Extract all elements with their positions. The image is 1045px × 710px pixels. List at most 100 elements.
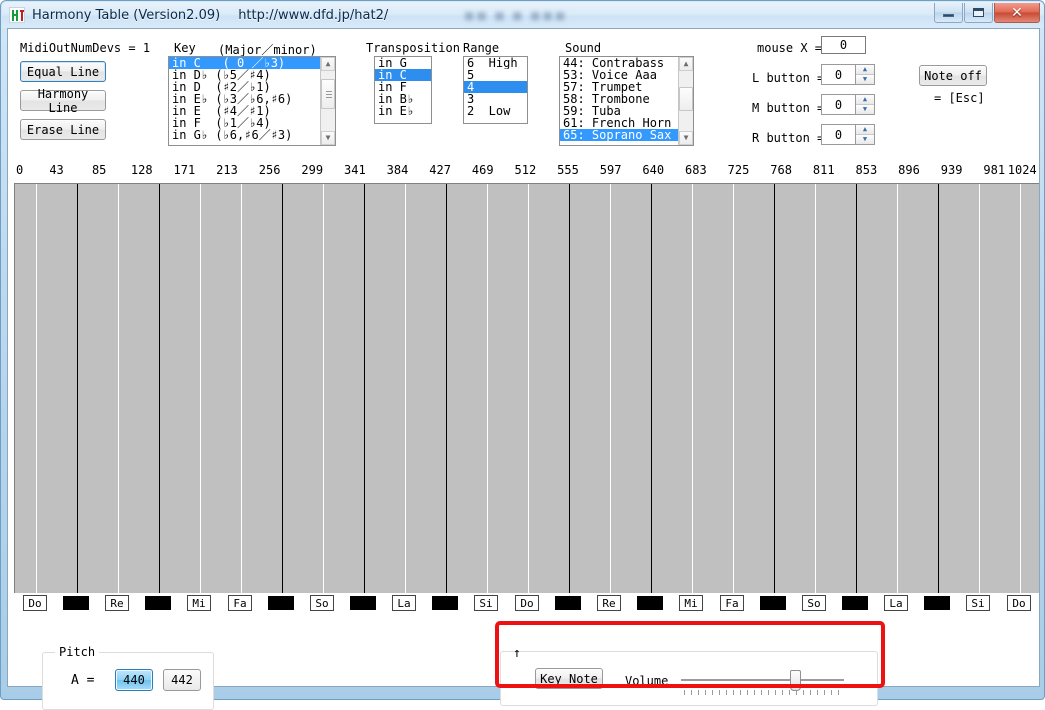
sound-list-item[interactable]: 53: Voice Aaa [560,69,693,81]
key-list-item[interactable]: in E♭ (♭3／♭6,♯6) [169,93,335,105]
spin-down-icon[interactable]: ▼ [856,105,874,114]
m-button-spinner[interactable]: 0 ▲ ▼ [821,94,875,115]
l-button-value[interactable]: 0 [821,64,855,85]
ruler: 0 43 85 128 171 213 256 299 341 384 427 469 512 555 59… [8,157,1039,183]
black-key[interactable] [268,596,294,610]
spin-down-icon[interactable]: ▼ [856,135,874,144]
volume-slider-thumb[interactable] [790,670,801,691]
black-key[interactable] [145,596,171,610]
transposition-list-item[interactable]: in F [375,81,431,93]
keyboard-row[interactable]: Do Re Mi Fa So La Si Do Re Mi Fa So La Si Do [14,593,1039,615]
harmony-line-button[interactable]: Harmony Line [20,87,106,115]
range-list-item[interactable]: 5 [464,69,527,81]
range-list-item[interactable]: 4 [464,81,527,93]
note-off-hint: = [Esc] [934,91,985,105]
pitch-442-button[interactable]: 442 [163,669,201,691]
spin-down-icon[interactable]: ▼ [856,75,874,84]
sound-list-item[interactable]: 58: Trombone [560,93,693,105]
scrollbar-thumb[interactable] [321,79,335,109]
black-key[interactable] [760,596,786,610]
white-key[interactable]: Si [474,595,498,611]
r-button-label: R button = [752,131,825,145]
note-off-button[interactable]: Note off [919,65,987,86]
grid-line-black [77,184,78,593]
ruler-tick: 469 [471,163,494,177]
r-button-spinner[interactable]: 0 ▲ ▼ [821,124,875,145]
sound-list-item[interactable]: 61: French Horn [560,117,693,129]
r-button-value[interactable]: 0 [821,124,855,145]
key-list-item[interactable]: in D (♯2／♭1) [169,81,335,93]
sound-listbox[interactable]: 44: Contrabass 53: Voice Aaa 57: Trumpet… [559,56,694,146]
key-list-item[interactable]: in G♭ (♭6,♯6／♯3) [169,129,335,141]
white-key[interactable]: Re [105,595,129,611]
black-key[interactable] [350,596,376,610]
scroll-down-icon[interactable]: ▼ [679,131,693,145]
sound-list-item[interactable]: 44: Contrabass [560,57,693,69]
spin-up-icon[interactable]: ▲ [856,125,874,135]
transposition-list-item[interactable]: in G [375,57,431,69]
black-key[interactable] [63,596,89,610]
white-key[interactable]: So [802,595,826,611]
equal-line-button[interactable]: Equal Line [20,61,106,82]
l-button-spinner[interactable]: 0 ▲ ▼ [821,64,875,85]
volume-slider-track[interactable] [681,679,844,681]
white-key[interactable]: Mi [679,595,703,611]
spin-up-icon[interactable]: ▲ [856,65,874,75]
scroll-up-icon[interactable]: ▲ [321,57,335,71]
m-button-value[interactable]: 0 [821,94,855,115]
title-bar[interactable]: Harmony Table (Version2.09) http://www.d… [2,2,1044,28]
transposition-list-item[interactable]: in B♭ [375,93,431,105]
spin-up-icon[interactable]: ▲ [856,95,874,105]
white-key[interactable]: Si [966,595,990,611]
white-key[interactable]: Mi [187,595,211,611]
close-button[interactable]: ✕ [994,3,1040,23]
black-key[interactable] [842,596,868,610]
sound-list-item[interactable]: 57: Trumpet [560,81,693,93]
white-key[interactable]: La [884,595,908,611]
keynote-volume-groupbox: ↑ Key Note Volume [500,646,878,706]
range-list-item[interactable]: 6 High [464,57,527,69]
m-button-spin-buttons[interactable]: ▲ ▼ [855,94,875,115]
key-list-scrollbar[interactable]: ▲ ▼ [320,57,335,145]
maximize-button[interactable] [964,3,993,23]
range-list-item[interactable]: 2 Low [464,105,527,117]
ruler-tick: 384 [386,163,409,177]
white-key[interactable]: Do [23,595,47,611]
black-key[interactable] [555,596,581,610]
erase-line-button[interactable]: Erase Line [20,119,106,140]
key-note-button[interactable]: Key Note [535,668,603,689]
white-key[interactable]: Do [515,595,539,611]
white-key[interactable]: Fa [720,595,744,611]
key-list-item[interactable]: in D♭ (♭5／♯4) [169,69,335,81]
harmony-canvas[interactable] [14,183,1039,593]
key-listbox[interactable]: in C ( 0 ／♭3) in D♭ (♭5／♯4) in D (♯2／♭1)… [168,56,336,146]
white-key[interactable]: So [310,595,334,611]
caption-buttons: ✕ [933,3,1040,25]
white-key[interactable]: Fa [228,595,252,611]
transposition-list-item[interactable]: in E♭ [375,105,431,117]
transposition-label: Transposition [366,41,460,55]
minimize-button[interactable] [934,3,963,23]
white-key[interactable]: Do [1007,595,1031,611]
range-list-item[interactable]: 3 [464,93,527,105]
scroll-down-icon[interactable]: ▼ [321,131,335,145]
key-list-item[interactable]: in E (♯4／♯1) [169,105,335,117]
sound-list-item[interactable]: 65: Soprano Sax [560,129,693,141]
sound-list-scrollbar[interactable]: ▲ ▼ [678,57,693,145]
range-listbox[interactable]: 6 High 5 4 3 2 Low [463,56,528,124]
pitch-440-button[interactable]: 440 [115,669,153,691]
transposition-list-item[interactable]: in C [375,69,431,81]
l-button-spin-buttons[interactable]: ▲ ▼ [855,64,875,85]
black-key[interactable] [924,596,950,610]
sound-list-item[interactable]: 59: Tuba [560,105,693,117]
transposition-listbox[interactable]: in G in C in F in B♭ in E♭ [374,56,432,124]
white-key[interactable]: Re [597,595,621,611]
scroll-up-icon[interactable]: ▲ [679,57,693,71]
key-list-item[interactable]: in F (♭1／♭4) [169,117,335,129]
black-key[interactable] [637,596,663,610]
black-key[interactable] [432,596,458,610]
r-button-spin-buttons[interactable]: ▲ ▼ [855,124,875,145]
key-list-item[interactable]: in C ( 0 ／♭3) [169,57,335,69]
scrollbar-thumb[interactable] [679,87,693,111]
white-key[interactable]: La [392,595,416,611]
